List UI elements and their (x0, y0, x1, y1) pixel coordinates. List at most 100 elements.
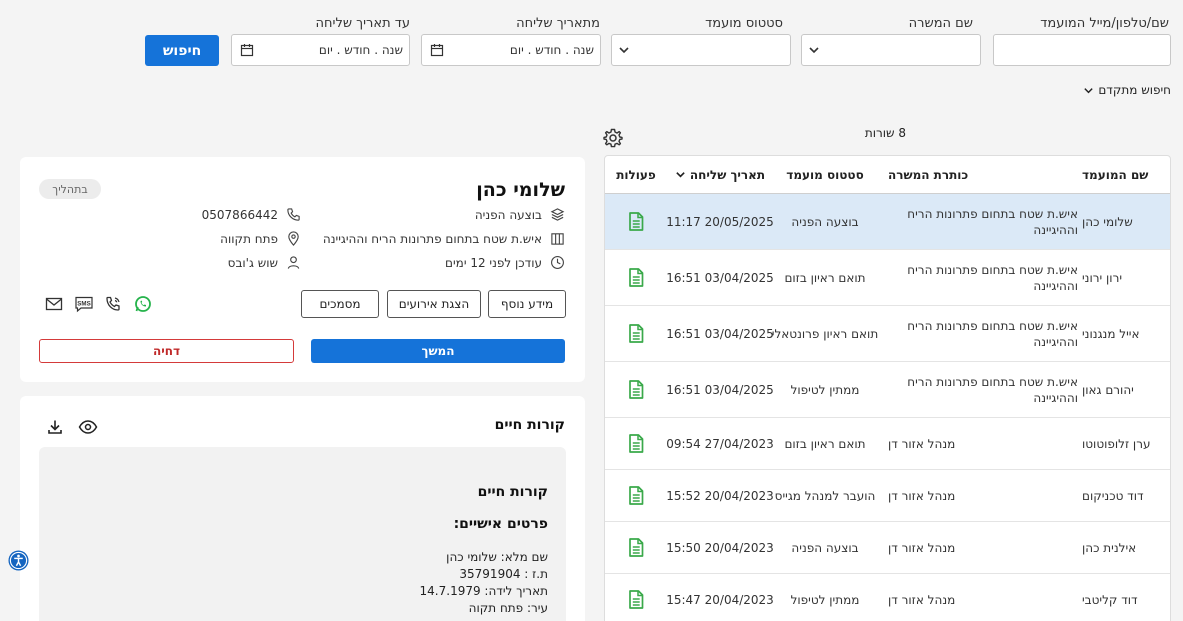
document-icon[interactable] (628, 434, 644, 453)
email-icon[interactable] (45, 296, 63, 312)
search-button[interactable]: חיפוש (145, 35, 219, 66)
candidate-recruiter-text: שוש ג'ובס (227, 255, 278, 270)
table-row[interactable]: ערן זלופוטוטו מנהל אזור דן תואם ראיון בזום… (605, 418, 1170, 470)
document-icon[interactable] (628, 380, 644, 399)
to-date-label: עד תאריך שליחה (315, 16, 410, 31)
row-candidate-name: דוד קליטבי (1082, 592, 1138, 607)
candidate-phone[interactable]: 0507866442 (202, 207, 301, 222)
table-row[interactable]: שלומי כהן איש.ת שטח בתחום פתרונות הריח וה… (605, 194, 1170, 250)
row-job-title: איש.ת שטח בתחום פתרונות הריח וההיגיינה (907, 374, 1078, 405)
reject-button[interactable]: דחיה (39, 339, 294, 363)
settings-gear-icon[interactable] (603, 128, 623, 148)
user-icon (286, 255, 301, 270)
layers-icon (550, 207, 565, 222)
phone-icon (286, 207, 301, 222)
candidate-search-input[interactable] (993, 34, 1171, 66)
candidate-updated: עודכן לפני 12 ימים (445, 255, 565, 270)
candidate-job: איש.ת שטח בתחום פתרונות הריח וההיגיינה (323, 231, 565, 246)
row-status: תואם ראיון פרונטאלי (771, 326, 879, 341)
row-actions (612, 194, 660, 249)
candidate-status-select[interactable] (611, 34, 791, 66)
row-candidate-name: ערן זלופוטוטו (1082, 436, 1151, 451)
row-job-title: מנהל אזור דן (888, 540, 956, 555)
from-date-input[interactable]: שנה . חודש . יום (421, 34, 601, 66)
building-icon (550, 231, 565, 246)
row-candidate-name: ירון ירוני (1082, 270, 1123, 285)
sms-icon[interactable]: SMS (74, 295, 94, 313)
table-row[interactable]: אילנית כהן מנהל אזור דן בוצעה הפניה 20/04/2… (605, 522, 1170, 574)
candidate-status-label: סטטוס מועמד (705, 16, 783, 31)
download-icon[interactable] (47, 419, 63, 435)
header-actions: פעולות (616, 167, 656, 182)
row-date: 20/04/2023 15:52 (666, 488, 774, 503)
row-job-title: מנהל אזור דן (888, 436, 956, 451)
whatsapp-icon[interactable] (134, 295, 152, 313)
row-job-title: איש.ת שטח בתחום פתרונות הריח וההיגיינה (907, 206, 1078, 237)
candidate-updated-text: עודכן לפני 12 ימים (445, 255, 542, 270)
header-job[interactable]: כותרת המשרה (888, 156, 1078, 193)
row-job-title: מנהל אזור דן (888, 592, 956, 607)
document-icon[interactable] (628, 590, 644, 609)
row-date: 27/04/2023 09:54 (666, 436, 774, 451)
more-info-button[interactable]: מידע נוסף (488, 290, 566, 318)
calendar-icon[interactable] (430, 43, 444, 57)
candidate-city-text: פתח תקווה (220, 231, 278, 246)
row-candidate-name: דוד טכניקום (1082, 488, 1144, 503)
table-row[interactable]: דוד טכניקום מנהל אזור דן הועבר למנהל מגייס… (605, 470, 1170, 522)
row-status: תואם ראיון בזום (784, 436, 866, 451)
clock-icon (550, 255, 565, 270)
continue-button[interactable]: המשך (311, 339, 565, 363)
location-pin-icon (286, 231, 301, 246)
header-status[interactable]: סטטוס מועמד (770, 156, 880, 193)
table-row[interactable]: ירון ירוני איש.ת שטח בתחום פתרונות הריח ו… (605, 250, 1170, 306)
row-status: בוצעה הפניה (791, 540, 859, 555)
chevron-down-icon (618, 44, 630, 56)
call-icon[interactable] (104, 295, 122, 313)
sort-chevron-down-icon[interactable] (675, 169, 686, 180)
show-events-button[interactable]: הצגת אירועים (387, 290, 481, 318)
status-badge: בתהליך (39, 179, 101, 199)
resume-preview: קורות חיים פרטים אישיים: שם מלא: שלומי כ… (39, 447, 566, 621)
advanced-search-toggle[interactable]: חיפוש מתקדם (1083, 83, 1171, 97)
row-candidate-name: שלומי כהן (1082, 214, 1133, 229)
candidate-recruiter: שוש ג'ובס (228, 255, 301, 270)
job-name-select[interactable] (801, 34, 981, 66)
header-date-label: תאריך שליחה (689, 167, 766, 182)
row-candidate-name: יהורם גאון (1082, 382, 1134, 397)
row-actions (612, 306, 660, 361)
document-icon[interactable] (628, 268, 644, 287)
table-row[interactable]: דוד קליטבי מנהל אזור דן ממתין לטיפול 20/04/… (605, 574, 1170, 621)
resume-line: ת.ז : 35791904 (459, 567, 548, 581)
candidate-phone-text: 0507866442 (201, 207, 278, 222)
table-row[interactable]: אייל מנגנוני איש.ת שטח בתחום פתרונות הריח… (605, 306, 1170, 362)
row-count: 8 שורות (864, 126, 906, 140)
accessibility-icon[interactable] (8, 550, 29, 571)
document-icon[interactable] (628, 538, 644, 557)
row-job-title: מנהל אזור דן (888, 488, 956, 503)
eye-icon[interactable] (78, 419, 98, 435)
calendar-icon[interactable] (240, 43, 254, 57)
candidate-stage: בוצעה הפניה (475, 207, 565, 222)
row-actions (612, 574, 660, 621)
row-candidate-name: אייל מנגנוני (1082, 326, 1140, 341)
to-date-input[interactable]: שנה . חודש . יום (231, 34, 410, 66)
candidates-table: שם המועמד כותרת המשרה סטטוס מועמד תאריך … (604, 155, 1171, 621)
header-name[interactable]: שם המועמד (1082, 156, 1158, 193)
candidate-card: שלומי כהן בתהליך בוצעה הפניה איש.ת שטח ב… (20, 157, 585, 382)
document-icon[interactable] (628, 212, 644, 231)
row-date: 20/04/2023 15:47 (666, 592, 774, 607)
row-status: הועבר למנהל מגייס (774, 488, 876, 503)
candidate-job-text: איש.ת שטח בתחום פתרונות הריח וההיגיינה (322, 231, 542, 246)
to-date-placeholder: שנה . חודש . יום (318, 43, 403, 57)
header-date[interactable]: תאריך שליחה (670, 156, 770, 193)
resume-line: תאריך לידה: 14.7.1979 (419, 584, 548, 598)
row-actions (612, 470, 660, 521)
document-icon[interactable] (628, 486, 644, 505)
table-row[interactable]: יהורם גאון איש.ת שטח בתחום פתרונות הריח ו… (605, 362, 1170, 418)
document-icon[interactable] (628, 324, 644, 343)
row-date: 03/04/2025 16:51 (666, 382, 774, 397)
resume-card: קורות חיים קורות חיים פרטים אישיים: שם מ… (20, 396, 585, 621)
row-date: 20/04/2023 15:50 (666, 540, 774, 555)
documents-button[interactable]: מסמכים (301, 290, 379, 318)
row-actions (612, 250, 660, 305)
